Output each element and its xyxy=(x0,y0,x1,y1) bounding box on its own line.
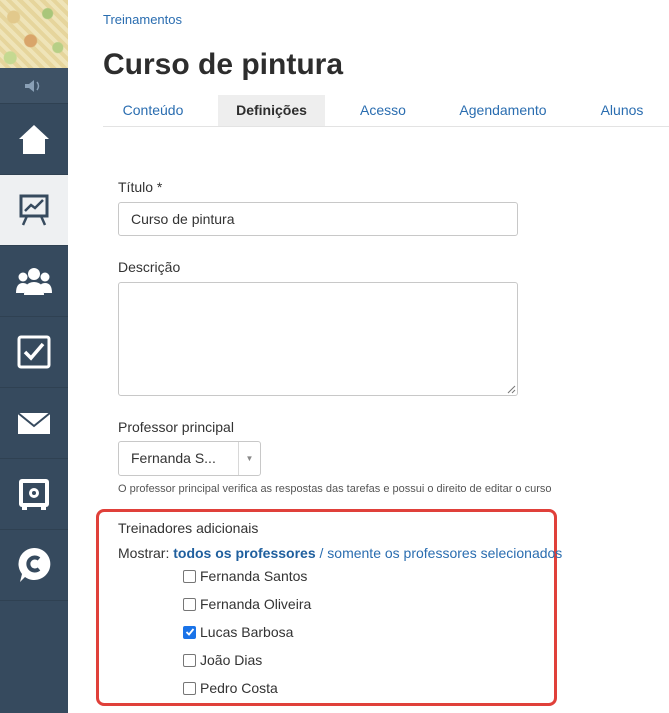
resize-grip-icon[interactable] xyxy=(506,384,516,394)
sidebar-item-messages[interactable] xyxy=(0,388,68,459)
description-textarea[interactable] xyxy=(118,282,518,396)
filter-selected-link[interactable]: somente os professores selecionados xyxy=(327,545,562,561)
tab-bar: Conteúdo Definições Acesso Agendamento A… xyxy=(103,95,669,127)
trainer-checkbox[interactable] xyxy=(183,625,196,639)
sidebar-item-vault[interactable] xyxy=(0,459,68,530)
sidebar-item-users[interactable] xyxy=(0,246,68,317)
filter-separator: / xyxy=(319,545,324,561)
trainer-row[interactable]: Lucas Barbosa xyxy=(183,623,293,641)
safe-icon xyxy=(19,479,49,510)
trainer-checkbox[interactable] xyxy=(183,569,196,583)
trainers-filter: Mostrar: todos os professores / somente … xyxy=(118,545,562,561)
title-input[interactable] xyxy=(118,202,518,236)
presentation-chart-icon xyxy=(19,194,49,226)
page-title: Curso de pintura xyxy=(103,48,344,81)
users-group-icon xyxy=(16,268,52,295)
trainer-name: Pedro Costa xyxy=(200,680,278,696)
checkbox-icon xyxy=(17,335,51,369)
filter-prefix: Mostrar: xyxy=(118,545,170,561)
checkmark-icon xyxy=(185,628,194,636)
professor-help-text: O professor principal verifica as respos… xyxy=(118,483,552,495)
c-bubble-icon xyxy=(18,547,51,582)
tab-agendamento[interactable]: Agendamento xyxy=(448,95,558,126)
tab-acesso[interactable]: Acesso xyxy=(343,95,423,126)
description-label: Descrição xyxy=(118,259,181,275)
highlight-box xyxy=(96,509,557,706)
trainer-name: Fernanda Santos xyxy=(200,568,308,584)
breadcrumb[interactable]: Treinamentos xyxy=(103,12,182,27)
home-icon xyxy=(19,125,49,154)
tab-conteudo[interactable]: Conteúdo xyxy=(103,95,203,126)
sidebar-item-tasks[interactable] xyxy=(0,317,68,388)
sidebar-item-trainings[interactable] xyxy=(0,175,68,246)
sidebar-empty-area xyxy=(0,601,68,711)
tab-definicoes[interactable]: Definições xyxy=(218,95,325,126)
tab-alunos[interactable]: Alunos xyxy=(591,95,653,126)
trainer-name: João Dias xyxy=(200,652,263,668)
professor-label: Professor principal xyxy=(118,419,234,435)
envelope-icon xyxy=(17,412,51,434)
professor-select[interactable]: Fernanda S... ▼ xyxy=(118,441,261,476)
trainer-checkbox[interactable] xyxy=(183,653,196,667)
trainer-row[interactable]: Fernanda Santos xyxy=(183,567,307,585)
trainer-row[interactable]: Pedro Costa xyxy=(183,679,278,697)
trainer-checkbox[interactable] xyxy=(183,597,196,611)
trainer-checkbox[interactable] xyxy=(183,681,196,695)
trainer-name: Lucas Barbosa xyxy=(200,624,294,640)
trainers-title: Treinadores adicionais xyxy=(118,520,259,536)
logo[interactable] xyxy=(0,0,68,68)
sidebar-item-chat[interactable] xyxy=(0,530,68,601)
speaker-icon[interactable] xyxy=(0,68,68,104)
trainer-row[interactable]: Fernanda Oliveira xyxy=(183,595,311,613)
sidebar xyxy=(0,0,68,713)
chevron-down-icon[interactable]: ▼ xyxy=(238,442,260,475)
trainer-row[interactable]: João Dias xyxy=(183,651,262,669)
sidebar-item-home[interactable] xyxy=(0,104,68,175)
professor-select-value: Fernanda S... xyxy=(131,450,216,466)
filter-all-link[interactable]: todos os professores xyxy=(173,545,315,561)
trainer-name: Fernanda Oliveira xyxy=(200,596,312,612)
title-label: Título * xyxy=(118,179,163,195)
